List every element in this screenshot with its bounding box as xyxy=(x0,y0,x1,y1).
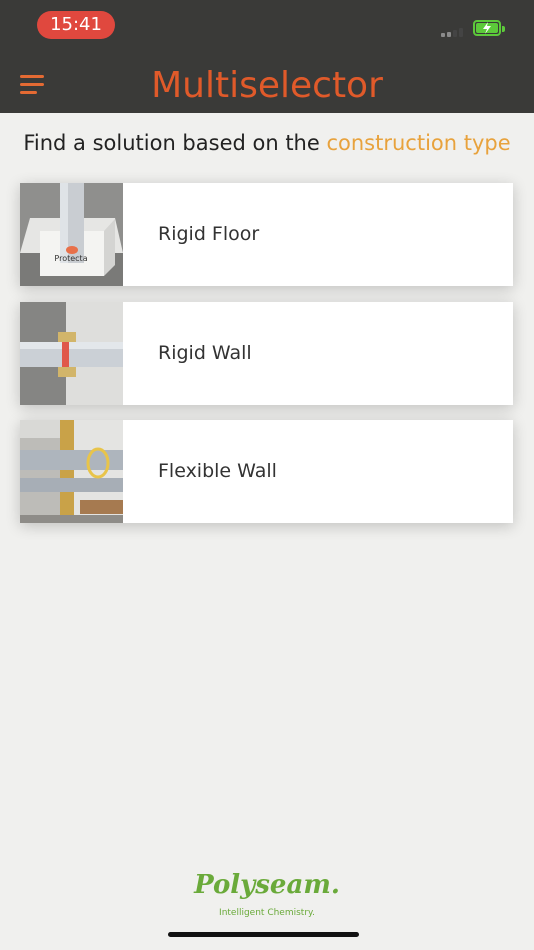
app-header: 15:41 Multiselector xyxy=(0,0,534,113)
flexible-wall-image xyxy=(20,420,123,523)
rigid-floor-image: Protecta xyxy=(20,183,123,286)
list-item-rigid-floor[interactable]: Protecta Rigid Floor xyxy=(20,183,513,286)
list-item-label: Rigid Floor xyxy=(158,223,260,245)
brand-name: Polyseam. xyxy=(194,870,340,900)
page-title: Multiselector xyxy=(151,65,383,106)
home-indicator[interactable] xyxy=(168,932,359,937)
brand-tagline: Intelligent Chemistry. xyxy=(219,908,315,918)
list-item-label: Rigid Wall xyxy=(158,342,252,364)
list-item-flexible-wall[interactable]: Flexible Wall xyxy=(20,420,513,523)
list-item-rigid-wall[interactable]: Rigid Wall xyxy=(20,302,513,405)
signal-icon xyxy=(441,27,467,37)
battery-icon xyxy=(473,20,505,36)
list-item-label: Flexible Wall xyxy=(158,460,277,482)
subtitle-highlight[interactable]: construction type xyxy=(326,131,510,155)
rigid-wall-image xyxy=(20,302,123,405)
subtitle: Find a solution based on the constructio… xyxy=(0,127,534,159)
subtitle-prefix: Find a solution based on the xyxy=(23,131,327,155)
status-time: 15:41 xyxy=(37,11,115,39)
polyseam-logo: Polyseam. Intelligent Chemistry. xyxy=(0,868,534,918)
thumb-brand-text: Protecta xyxy=(54,254,87,263)
